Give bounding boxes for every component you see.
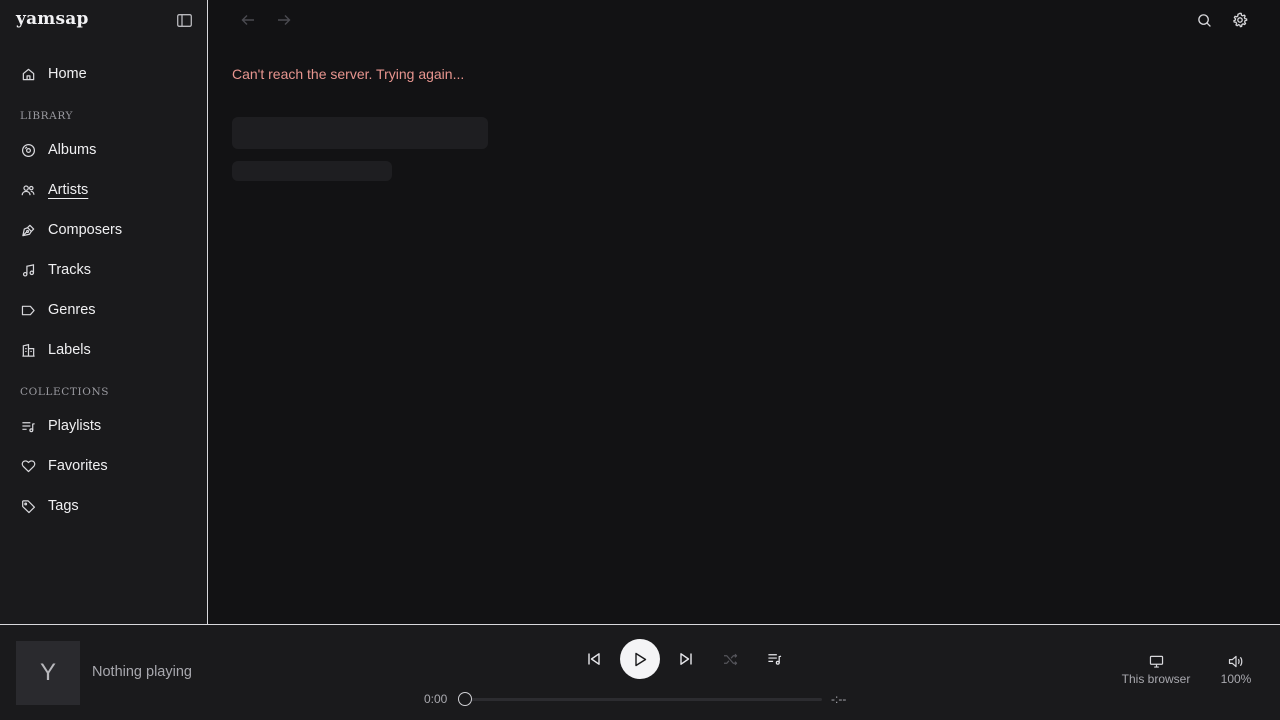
loading-skeleton-title [232,117,488,149]
sidebar-item-label: Artists [48,182,89,198]
sidebar-item-label: Genres [48,302,96,318]
now-playing-text: Nothing playing [92,664,192,680]
elapsed-time: 0:00 [424,692,448,706]
sidebar-panel-icon [176,13,192,27]
volume-icon [1228,655,1243,668]
tag-label-icon [20,302,36,318]
library-heading: LIBRARY [20,110,74,122]
sidebar-item-composers[interactable]: Composers [12,214,196,246]
collections-heading: COLLECTIONS [20,386,110,398]
sidebar-item-label: Tracks [48,262,91,278]
settings-button[interactable] [1228,8,1252,32]
users-icon [20,182,36,198]
queue-button[interactable] [760,645,788,673]
arrow-left-icon [241,15,254,25]
gear-icon [1233,12,1248,28]
music-note-icon [20,262,36,278]
forward-button[interactable] [272,8,296,32]
seek-handle[interactable] [458,692,472,706]
back-button[interactable] [236,8,260,32]
search-button[interactable] [1192,8,1216,32]
skip-back-icon [588,653,600,665]
remaining-time: -:-- [831,692,847,706]
arrow-right-icon [278,15,291,25]
monitor-icon [1149,655,1163,668]
sidebar-item-albums[interactable]: Albums [12,134,196,166]
sidebar: yamsap Home LIBRARY Albums Artists Compo… [0,0,208,624]
sidebar-item-home[interactable]: Home [12,58,196,90]
skip-forward-icon [680,653,692,665]
sidebar-item-tags[interactable]: Tags [12,490,196,522]
sidebar-item-label: Home [48,66,87,82]
search-icon [1197,13,1211,27]
server-error-message: Can't reach the server. Trying again... [232,66,465,82]
app-logo[interactable]: yamsap [16,9,89,29]
seek-bar[interactable] [460,698,822,701]
home-icon [20,66,36,82]
sidebar-item-tracks[interactable]: Tracks [12,254,196,286]
building-icon [20,342,36,358]
sidebar-item-favorites[interactable]: Favorites [12,450,196,482]
volume-label: 100% [1220,672,1252,686]
sidebar-item-label: Albums [48,142,97,158]
sidebar-item-genres[interactable]: Genres [12,294,196,326]
volume-button[interactable]: 100% [1216,655,1256,686]
device-selector-button[interactable]: This browser [1121,655,1191,686]
sidebar-toggle-button[interactable] [174,11,194,29]
album-artwork: Y [16,641,80,705]
sidebar-item-label: Tags [48,498,79,514]
sidebar-item-label: Labels [48,342,91,358]
shuffle-icon [723,653,737,665]
tag-icon [20,498,36,514]
loading-skeleton-subtitle [232,161,392,181]
previous-button[interactable] [580,645,608,673]
heart-icon [20,458,36,474]
disc-icon [20,142,36,158]
player-bar: Y Nothing playing 0:00 -:-- This browser… [0,624,1280,720]
pen-icon [20,222,36,238]
playlist-icon [20,418,36,434]
app-root: yamsap Home LIBRARY Albums Artists Compo… [0,0,1280,720]
device-label: This browser [1121,672,1191,686]
sidebar-item-artists[interactable]: Artists [12,174,196,206]
sidebar-item-label: Composers [48,222,123,238]
sidebar-item-label: Favorites [48,458,108,474]
sidebar-item-label: Playlists [48,418,102,434]
shuffle-button[interactable] [716,645,744,673]
queue-list-icon [767,654,781,665]
next-button[interactable] [672,645,700,673]
sidebar-item-labels[interactable]: Labels [12,334,196,366]
play-icon [635,652,647,666]
play-button[interactable] [620,639,660,679]
sidebar-item-playlists[interactable]: Playlists [12,410,196,442]
